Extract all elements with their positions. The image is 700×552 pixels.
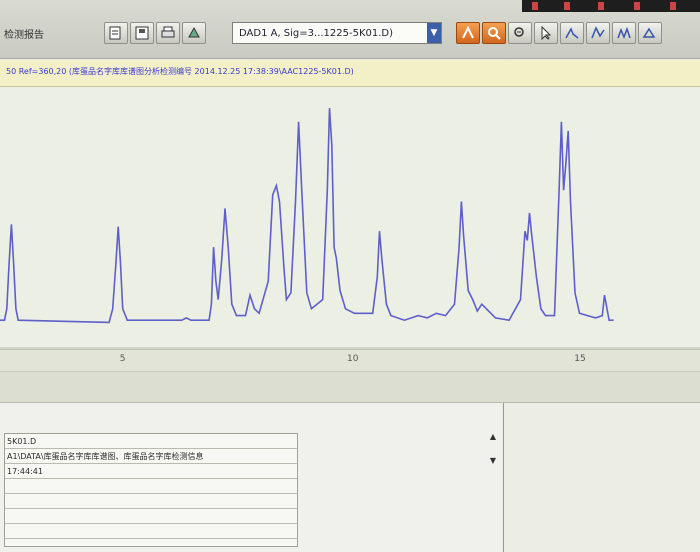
side-panel — [503, 402, 700, 552]
info-row: A1\DATA\库蛋品名字库库谱图、库蛋品名字库检测信息 — [5, 449, 297, 464]
peak-integrate-button-1[interactable] — [560, 22, 584, 44]
peak-integrate-button-4[interactable] — [638, 22, 662, 44]
x-axis-band: 5 10 15 — [0, 349, 700, 372]
x-tick-label: 15 — [574, 354, 586, 364]
cursor-arrow-icon — [541, 25, 552, 41]
zoom-out-button[interactable] — [508, 22, 532, 44]
chevron-down-icon[interactable]: ▼ — [427, 23, 441, 43]
info-row — [5, 479, 297, 494]
info-row — [5, 509, 297, 524]
zoom-in-button[interactable] — [482, 22, 506, 44]
signal-trace — [0, 108, 614, 324]
chromatogram-svg — [0, 108, 700, 349]
status-mark — [670, 2, 676, 10]
status-mark — [598, 2, 604, 10]
status-mark — [532, 2, 538, 10]
peak-integrate-button-3[interactable] — [612, 22, 636, 44]
signal-select[interactable]: DAD1 A, Sig=3...1225-5K01.D) ▼ — [232, 22, 442, 44]
info-row: 5K01.D — [5, 434, 297, 449]
x-tick-label: 5 — [119, 354, 126, 364]
save-file-button[interactable] — [130, 22, 154, 44]
export-button[interactable] — [182, 22, 206, 44]
x-axis-scrollbar[interactable] — [0, 371, 700, 402]
open-file-button[interactable] — [104, 22, 128, 44]
chromatogram-title: 50 Ref=360,20 (库蛋品名字库库谱图分析检测编号 2014.12.2… — [6, 67, 354, 76]
info-row: 17:44:41 — [5, 464, 297, 479]
chromatogram-header: 50 Ref=360,20 (库蛋品名字库库谱图分析检测编号 2014.12.2… — [0, 60, 700, 87]
signal-select-value: DAD1 A, Sig=3...1225-5K01.D) — [239, 28, 394, 39]
toolbar: 检测报告 DAD1 A, Sig=3...1225-5K01.D) ▼ — [0, 0, 700, 59]
integrate-button[interactable] — [456, 22, 480, 44]
select-arrow-button[interactable] — [534, 22, 558, 44]
peak-tool-icon — [462, 25, 474, 39]
x-tick-label: 10 — [347, 354, 359, 364]
peak-icon — [642, 27, 656, 38]
peak-icon — [565, 27, 579, 39]
zoom-out-icon — [514, 27, 524, 37]
peak-icon — [617, 26, 631, 40]
printer-icon — [161, 26, 175, 38]
scroll-up-arrow-icon[interactable]: ▲ — [488, 432, 498, 442]
report-title-label: 检测报告 — [4, 30, 44, 41]
sample-info-table: 5K01.D A1\DATA\库蛋品名字库库谱图、库蛋品名字库检测信息 17:4… — [4, 433, 298, 547]
chromatogram-plot[interactable] — [0, 87, 700, 349]
info-row — [5, 524, 297, 539]
window-title-strip — [522, 0, 700, 12]
peak-integrate-button-2[interactable] — [586, 22, 610, 44]
print-button[interactable] — [156, 22, 180, 44]
info-row — [5, 494, 297, 509]
open-file-icon — [109, 26, 121, 40]
export-icon — [188, 26, 200, 38]
zoom-in-icon — [488, 27, 501, 40]
report-panel: 5K01.D A1\DATA\库蛋品名字库库谱图、库蛋品名字库检测信息 17:4… — [0, 402, 502, 552]
status-mark — [634, 2, 640, 10]
status-mark — [564, 2, 570, 10]
save-file-icon — [135, 26, 149, 40]
scroll-down-arrow-icon[interactable]: ▼ — [488, 456, 498, 466]
peak-icon — [591, 26, 605, 39]
